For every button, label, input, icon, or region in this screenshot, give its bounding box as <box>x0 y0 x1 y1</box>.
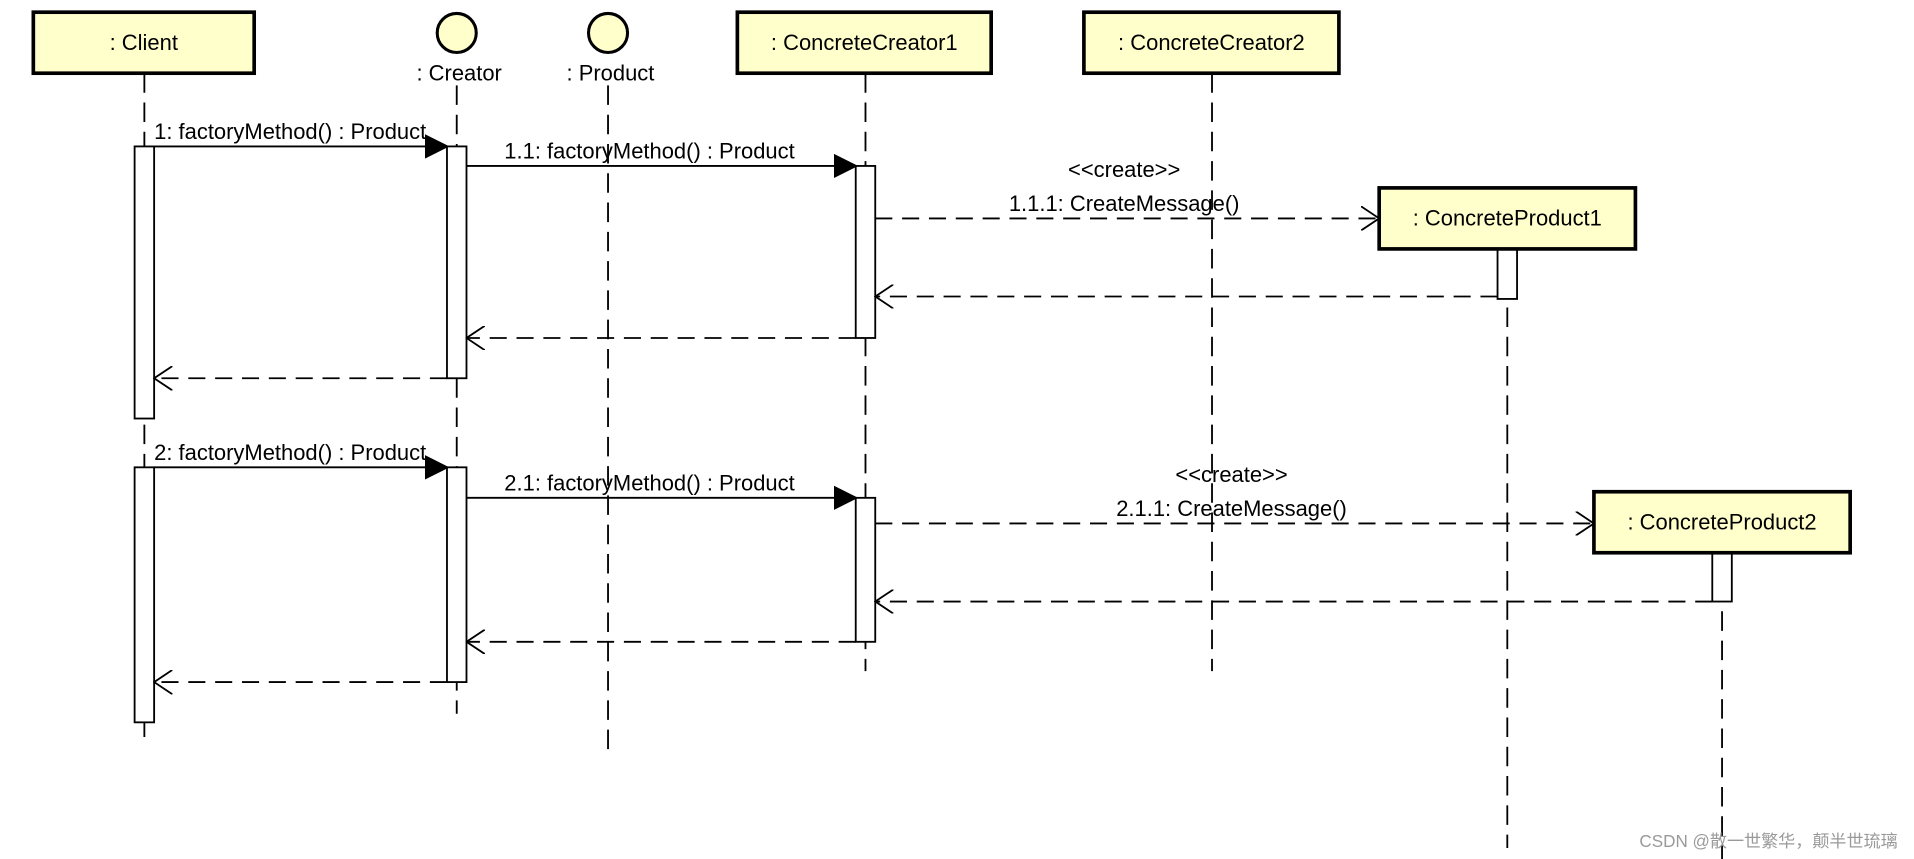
interface-circle-icon <box>586 11 630 54</box>
message-sync-2[interactable]: 1.1: factoryMethod() : Product <box>466 139 859 179</box>
participant-label: : Client <box>110 30 178 55</box>
participant-label: : Product <box>567 61 655 86</box>
activation-bar-cc1 <box>854 496 877 643</box>
interface-circle-icon <box>435 11 478 54</box>
message-stereotype: <<create>> <box>1175 462 1287 487</box>
participant-creator[interactable]: : Creator <box>416 11 502 86</box>
message-label: 2.1.1: CreateMessage() <box>1116 496 1347 521</box>
activation-bar-client <box>133 145 156 420</box>
message-sync-1[interactable]: 1: factoryMethod() : Product <box>154 119 450 159</box>
participant-cc1[interactable]: : ConcreteCreator1 <box>735 10 993 76</box>
message-create-3[interactable]: <<create>> 1.1.1: CreateMessage() <box>875 157 1379 218</box>
message-label: 2: factoryMethod() : Product <box>154 440 426 465</box>
watermark: CSDN @散一世繁华，颠半世琉璃 <box>1639 832 1897 851</box>
participant-label: : ConcreteProduct1 <box>1413 206 1602 231</box>
message-label: 1.1.1: CreateMessage() <box>1009 191 1240 216</box>
activation-bar-creator <box>446 145 468 380</box>
participant-cp1[interactable]: : ConcreteProduct1 <box>1377 186 1638 251</box>
message-label: 2.1: factoryMethod() : Product <box>504 471 794 496</box>
activation-bar-creator <box>446 466 468 683</box>
participant-label: : ConcreteCreator2 <box>1118 30 1305 55</box>
message-stereotype: <<create>> <box>1068 157 1180 182</box>
participant-cp2[interactable]: : ConcreteProduct2 <box>1592 489 1852 555</box>
message-label: 1: factoryMethod() : Product <box>154 119 426 144</box>
participant-product[interactable]: : Product <box>567 11 655 86</box>
message-sync-7[interactable]: 2: factoryMethod() : Product <box>154 440 450 480</box>
participant-client[interactable]: : Client <box>31 10 257 76</box>
participant-label: : Creator <box>416 61 501 86</box>
participant-cc2[interactable]: : ConcreteCreator2 <box>1082 10 1341 76</box>
participant-label: : ConcreteProduct2 <box>1627 510 1816 535</box>
activation-bar-cc1 <box>854 165 877 339</box>
message-label: 1.1: factoryMethod() : Product <box>504 139 794 164</box>
activation-bar-client <box>133 466 156 724</box>
message-sync-8[interactable]: 2.1: factoryMethod() : Product <box>466 471 859 511</box>
activation-bar-cp1 <box>1496 247 1518 300</box>
message-create-9[interactable]: <<create>> 2.1.1: CreateMessage() <box>875 462 1594 523</box>
sequence-diagram: : Client : Creator : Product : ConcreteCrea… <box>31 10 1898 859</box>
activation-bar-cp2 <box>1711 551 1733 603</box>
participant-label: : ConcreteCreator1 <box>771 30 958 55</box>
